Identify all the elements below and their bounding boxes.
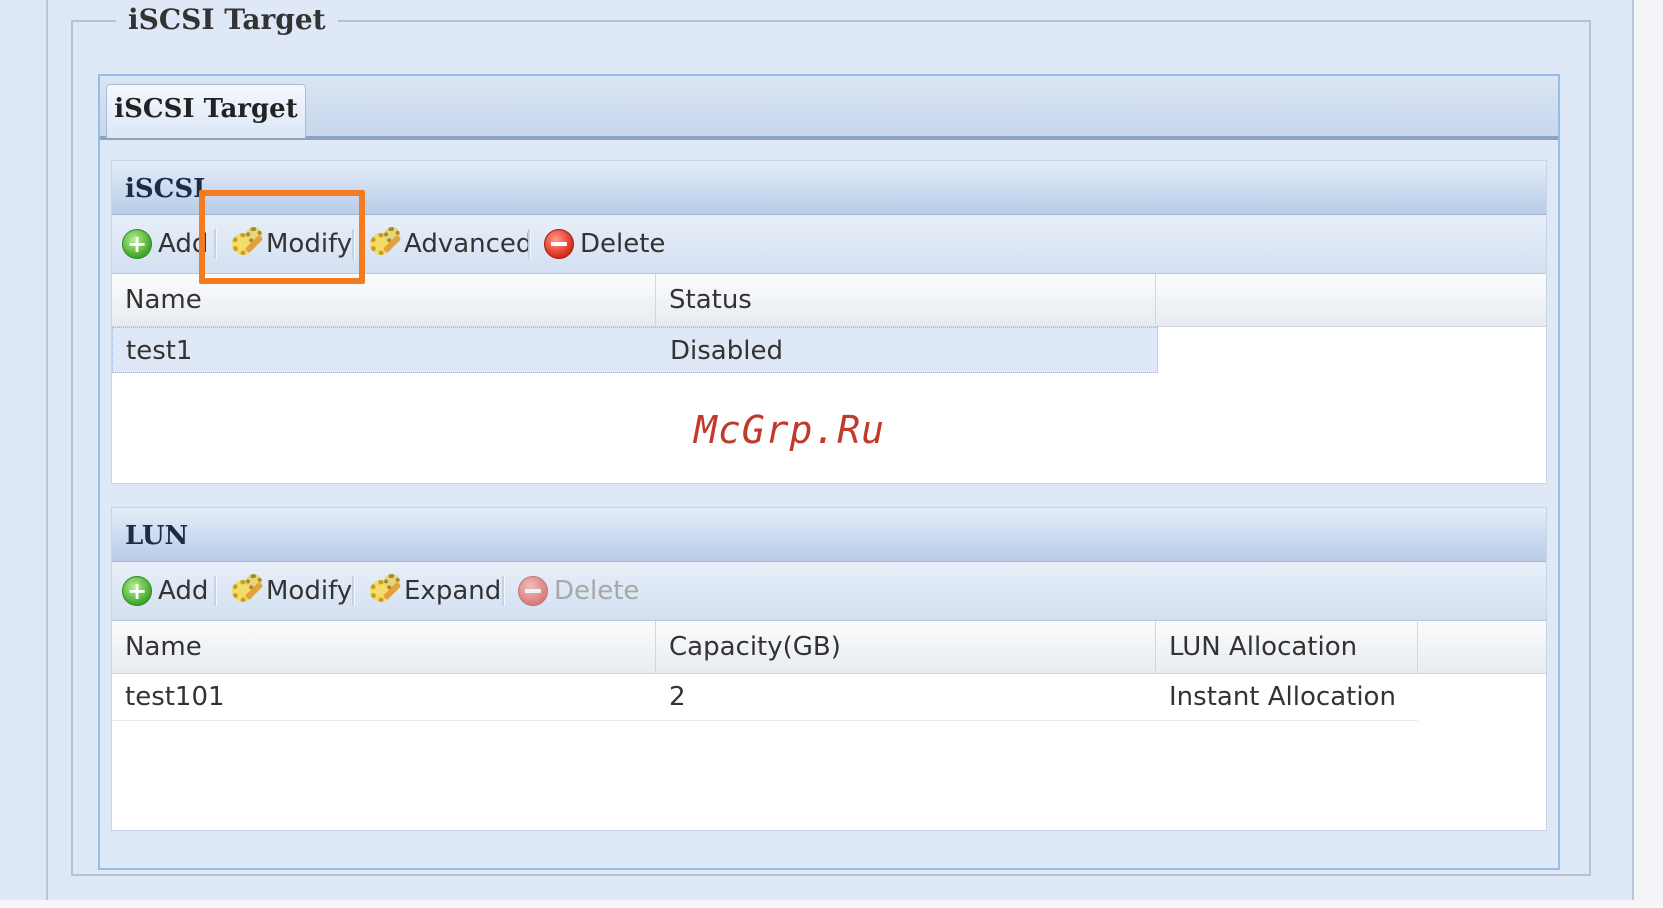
lun-panel: LUN + Add Modify Expand Delete Name Capa…	[111, 507, 1547, 831]
tab-strip: iSCSI Target	[100, 76, 1558, 140]
iscsi-delete-button[interactable]: Delete	[544, 225, 665, 263]
fieldset-legend: iSCSI Target	[116, 2, 338, 38]
lun-grid-header: Name Capacity(GB) LUN Allocation	[112, 621, 1546, 674]
add-icon: +	[122, 576, 152, 606]
lun-delete-button[interactable]: Delete	[518, 572, 639, 610]
page-left-margin	[0, 0, 48, 908]
tab-iscsi-target[interactable]: iSCSI Target	[106, 84, 306, 138]
delete-icon	[544, 229, 574, 259]
delete-icon	[518, 576, 548, 606]
cell-capacity: 2	[669, 682, 686, 712]
modify-label: Modify	[266, 576, 353, 606]
cell-lun-allocation: Instant Allocation	[1169, 682, 1396, 712]
expand-label: Expand	[404, 576, 502, 606]
column-header-name[interactable]: Name	[112, 621, 656, 673]
page-scrollbar-area[interactable]	[1632, 0, 1663, 908]
add-label: Add	[158, 576, 209, 606]
lun-panel-title: LUN	[112, 508, 1546, 562]
lun-modify-button[interactable]: Modify	[230, 572, 352, 610]
modify-highlight-box	[199, 190, 365, 284]
column-header-status[interactable]: Status	[656, 274, 1156, 326]
delete-label: Delete	[554, 576, 640, 606]
table-row[interactable]: test1 Disabled	[112, 327, 1158, 373]
gear-edit-icon	[230, 574, 264, 608]
toolbar-separator	[502, 576, 505, 606]
watermark-text: McGrp.Ru	[694, 408, 886, 452]
delete-label: Delete	[580, 229, 666, 259]
advanced-label: Advanced	[404, 229, 533, 259]
iscsi-advanced-button[interactable]: Advanced	[368, 225, 532, 263]
cell-name: test101	[125, 682, 225, 712]
column-header-capacity[interactable]: Capacity(GB)	[656, 621, 1156, 673]
cell-status: Disabled	[670, 336, 783, 366]
iscsi-add-button[interactable]: + Add	[122, 225, 208, 263]
gear-edit-icon	[368, 574, 402, 608]
bottom-bar	[0, 900, 1663, 908]
cell-name: test1	[126, 336, 193, 366]
column-header-lun-allocation[interactable]: LUN Allocation	[1156, 621, 1418, 673]
lun-add-button[interactable]: + Add	[122, 572, 208, 610]
gear-edit-icon	[368, 227, 402, 261]
table-row[interactable]: test101 2 Instant Allocation	[112, 674, 1418, 721]
column-header-name[interactable]: Name	[112, 274, 656, 326]
lun-toolbar: + Add Modify Expand Delete	[112, 562, 1546, 621]
toolbar-separator	[214, 576, 217, 606]
toolbar-separator	[528, 229, 531, 259]
toolbar-separator	[352, 576, 355, 606]
lun-expand-button[interactable]: Expand	[368, 572, 501, 610]
add-icon: +	[122, 229, 152, 259]
